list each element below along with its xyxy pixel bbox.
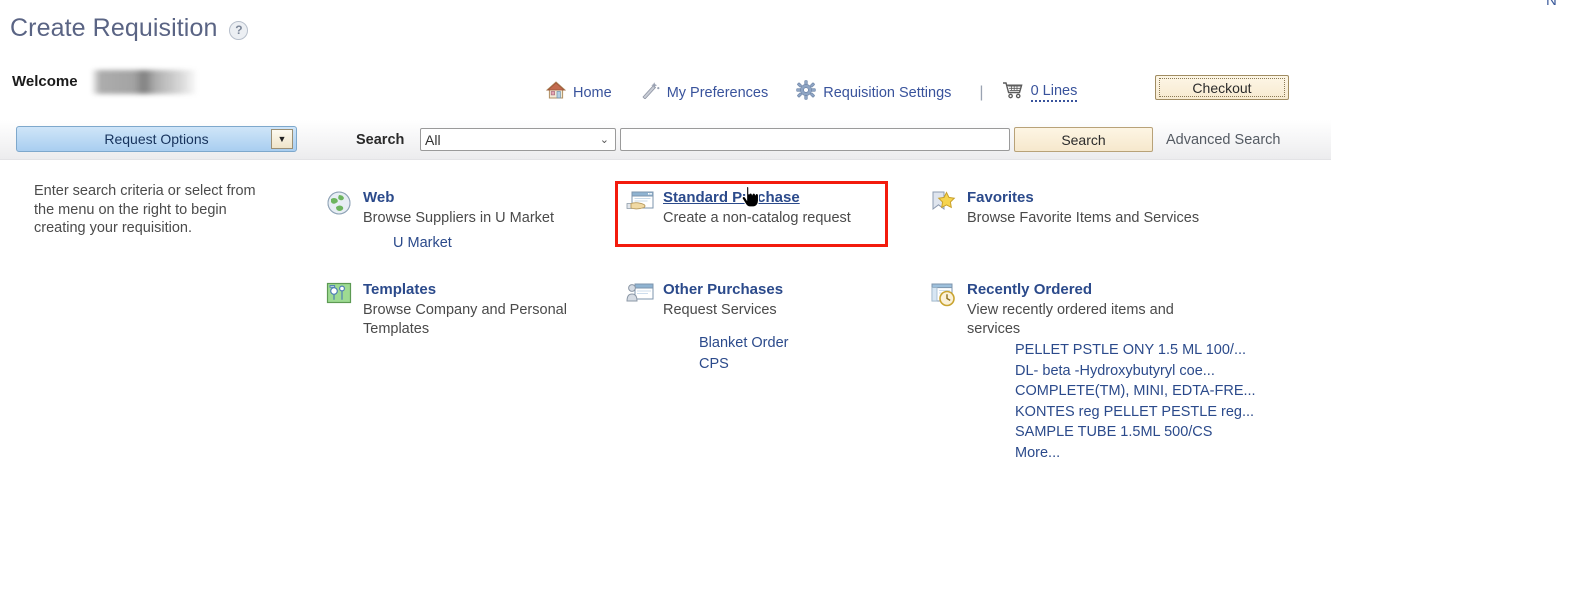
search-button[interactable]: Search (1014, 127, 1153, 152)
welcome-username-redacted (92, 70, 196, 94)
welcome-label: Welcome (12, 73, 78, 90)
magic-wand-icon (640, 81, 660, 104)
window-hand-icon (626, 190, 654, 216)
nav-item-my-preferences[interactable]: My Preferences (640, 81, 769, 104)
instructions-text: Enter search criteria or select from the… (34, 183, 256, 236)
tile-web: Web Browse Suppliers in U Market U Marke… (326, 189, 596, 254)
tile-other-purchases: Other Purchases Request Services Blanket… (626, 281, 886, 375)
shopping-cart-icon (1002, 81, 1024, 104)
tile-recently-ordered: Recently Ordered View recently ordered i… (930, 281, 1270, 463)
help-circle-icon[interactable]: ? (229, 21, 249, 40)
sublink-cps[interactable]: CPS (699, 354, 788, 375)
tile-standard-purchase: Standard Purchase Create a non-catalog r… (626, 189, 886, 228)
page-title: Create Requisition (10, 14, 218, 42)
globe-icon (326, 190, 352, 216)
gear-icon (796, 80, 816, 105)
nav-item-my-preferences-label: My Preferences (666, 84, 769, 101)
chevron-down-icon[interactable]: ▼ (271, 129, 293, 149)
utility-navbar: Home My Preferences Requisition Settings… (545, 80, 1078, 105)
tile-web-description: Browse Suppliers in U Market (363, 210, 554, 226)
tile-favorites-description: Browse Favorite Items and Services (967, 210, 1200, 226)
search-toolbar: Request Options ▼ Search All ⌄ Search Ad… (0, 120, 1331, 160)
home-icon (545, 81, 567, 104)
sublink-blanket-order[interactable]: Blanket Order (699, 333, 788, 354)
nav-item-cart[interactable]: 0 Lines (1002, 81, 1078, 104)
templates-icon (326, 282, 352, 308)
tile-web-sublinks: U Market (363, 233, 554, 254)
tile-standard-purchase-title[interactable]: Standard Purchase (663, 189, 851, 207)
page-title-row: Create Requisition ? (10, 14, 249, 43)
nav-separator: | (979, 83, 984, 101)
tile-other-purchases-title[interactable]: Other Purchases (663, 281, 788, 299)
tile-templates-title[interactable]: Templates (363, 281, 586, 299)
search-scope-value: All (425, 131, 441, 148)
tile-favorites: Favorites Browse Favorite Items and Serv… (930, 189, 1230, 228)
tile-other-purchases-description: Request Services (663, 302, 777, 318)
recent-item-4[interactable]: KONTES reg PELLET PESTLE reg... (1015, 402, 1256, 423)
search-input[interactable] (620, 128, 1010, 151)
nav-item-requisition-settings[interactable]: Requisition Settings (796, 80, 951, 105)
search-scope-select[interactable]: All ⌄ (420, 128, 616, 151)
tile-standard-purchase-description: Create a non-catalog request (663, 210, 851, 226)
request-options-label: Request Options (104, 131, 209, 147)
tile-favorites-title[interactable]: Favorites (967, 189, 1199, 207)
recent-item-1[interactable]: PELLET PSTLE ONY 1.5 ML 100/... (1015, 340, 1256, 361)
checkout-button-label: Checkout (1159, 78, 1285, 97)
recent-item-2[interactable]: DL- beta -Hydroxybutyryl coe... (1015, 361, 1256, 382)
sublink-u-market[interactable]: U Market (393, 233, 554, 254)
tile-recently-ordered-sublinks: PELLET PSTLE ONY 1.5 ML 100/... DL- beta… (967, 340, 1256, 463)
cart-lines-link[interactable]: 0 Lines (1030, 83, 1078, 102)
tile-templates-description: Browse Company and Personal Templates (363, 302, 567, 337)
person-window-icon (626, 282, 654, 308)
search-label: Search (356, 132, 405, 148)
window-corner-fragment: N (1546, 0, 1557, 9)
tile-templates: Templates Browse Company and Personal Te… (326, 281, 586, 339)
chevron-down-icon: ⌄ (599, 134, 609, 146)
advanced-search-link[interactable]: Advanced Search (1166, 132, 1280, 148)
nav-item-home-label: Home (573, 84, 612, 101)
tile-recently-ordered-description: View recently ordered items and services (967, 302, 1174, 337)
clock-window-icon (930, 282, 956, 308)
nav-item-home[interactable]: Home (545, 81, 612, 104)
recent-items-more-link[interactable]: More... (1015, 443, 1256, 464)
search-button-label: Search (1061, 131, 1106, 148)
tile-other-purchases-sublinks: Blanket Order CPS (663, 333, 788, 375)
bookmark-star-icon (930, 190, 956, 216)
recent-item-5[interactable]: SAMPLE TUBE 1.5ML 500/CS (1015, 422, 1256, 443)
tile-web-title[interactable]: Web (363, 189, 554, 207)
checkout-button[interactable]: Checkout (1155, 75, 1289, 100)
create-requisition-page: N Create Requisition ? Welcome Home My P… (0, 0, 1586, 598)
request-options-button[interactable]: Request Options ▼ (16, 126, 297, 152)
recent-item-3[interactable]: COMPLETE(TM), MINI, EDTA-FRE... (1015, 381, 1256, 402)
tile-recently-ordered-title[interactable]: Recently Ordered (967, 281, 1256, 299)
nav-item-requisition-settings-label: Requisition Settings (823, 84, 952, 101)
